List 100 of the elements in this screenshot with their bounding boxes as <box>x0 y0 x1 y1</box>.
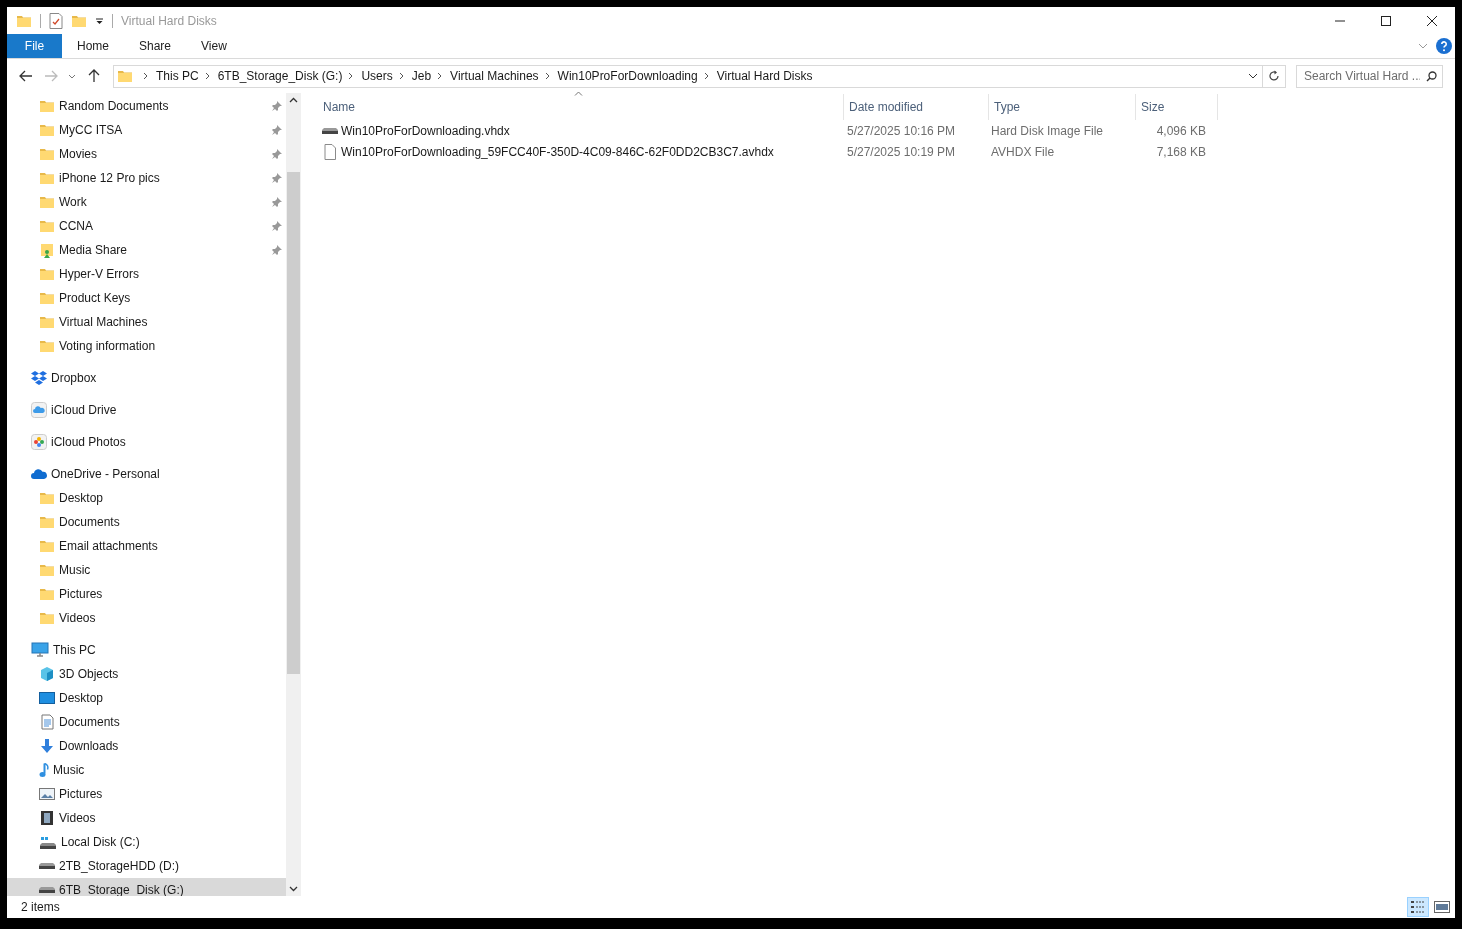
nav-item[interactable]: iCloud Drive <box>7 398 286 422</box>
nav-item[interactable]: Desktop <box>7 686 286 710</box>
folder-icon <box>39 338 55 354</box>
chevron-icon[interactable] <box>398 72 404 80</box>
nav-item[interactable]: Pictures <box>7 782 286 806</box>
breadcrumb[interactable]: This PC <box>156 69 199 83</box>
file-name[interactable]: Win10ProForDownloading.vhdx <box>341 123 510 138</box>
search-field[interactable]: Search Virtual Hard ... <box>1296 64 1443 88</box>
breadcrumb[interactable]: Jeb <box>411 69 432 83</box>
drive-icon <box>39 887 55 893</box>
minimize-icon <box>1335 19 1345 22</box>
shared-folder-icon <box>39 242 55 258</box>
nav-item[interactable]: Videos <box>7 606 286 630</box>
folder-icon <box>39 586 55 602</box>
nav-item[interactable]: Dropbox <box>7 366 286 390</box>
folder-icon <box>39 490 55 506</box>
flower-icon <box>31 434 47 450</box>
nav-item[interactable]: 3D Objects <box>7 662 286 686</box>
file-name[interactable]: Win10ProForDownloading_59FCC40F-350D-4C09-846C-62F0DD2CB3C7.avhdx <box>341 144 774 159</box>
nav-item[interactable]: Music <box>7 758 286 782</box>
folder-icon <box>39 538 55 554</box>
nav-item[interactable]: This PC <box>7 638 286 662</box>
nav-item[interactable]: iCloud Photos <box>7 430 286 454</box>
nav-item[interactable]: Movies <box>7 142 286 166</box>
column-header[interactable]: Date modified <box>844 94 989 120</box>
breadcrumb[interactable]: Users <box>361 69 393 83</box>
folder-icon <box>39 146 55 162</box>
nav-item[interactable]: Hyper-V Errors <box>7 262 286 286</box>
folder-icon <box>39 290 55 306</box>
chevron-icon[interactable] <box>348 72 354 80</box>
chevron-icon[interactable] <box>143 72 148 80</box>
ribbon-tab[interactable]: View <box>186 34 242 58</box>
nav-item[interactable]: Virtual Machines <box>7 310 286 334</box>
nav-item[interactable]: Voting information <box>7 334 286 358</box>
ribbon-tab[interactable]: Share <box>124 34 187 58</box>
breadcrumb[interactable]: Win10ProForDownloading <box>557 69 698 83</box>
monitor-icon <box>31 642 49 658</box>
nav-item[interactable]: Work <box>7 190 286 214</box>
chevron-icon[interactable] <box>204 72 210 80</box>
column-header[interactable]: Size <box>1136 94 1218 120</box>
column-header[interactable]: Name <box>318 94 844 120</box>
nav-item[interactable]: Media Share <box>7 238 286 262</box>
picture-icon <box>39 786 55 802</box>
nav-item[interactable]: 6TB_Storage_Disk (G:) <box>7 878 286 896</box>
drive-icon <box>322 127 338 134</box>
nav-item[interactable]: Documents <box>7 710 286 734</box>
details-view-icon <box>1410 900 1426 914</box>
table-cell-text: AVHDX File <box>990 144 1056 159</box>
nav-item[interactable]: Random Documents <box>7 94 286 118</box>
chevron-icon[interactable] <box>703 72 709 80</box>
drive-icon <box>39 835 57 849</box>
folder-icon <box>39 122 55 138</box>
window-title: Virtual Hard Disks <box>121 13 217 28</box>
folder-icon <box>117 68 133 84</box>
breadcrumb[interactable]: Virtual Hard Disks <box>716 69 813 83</box>
file-icon <box>322 143 338 160</box>
folder-icon <box>39 514 55 530</box>
maximize-icon <box>1381 15 1391 26</box>
nav-item[interactable]: Downloads <box>7 734 286 758</box>
large-icons-view-icon <box>1434 900 1450 914</box>
nav-item[interactable]: Desktop <box>7 486 286 510</box>
film-icon <box>39 810 55 826</box>
nav-item[interactable]: iPhone 12 Pro pics <box>7 166 286 190</box>
drive-icon <box>39 863 55 869</box>
table-cell-text: 4,096 KB <box>1155 123 1207 138</box>
nav-item[interactable]: Videos <box>7 806 286 830</box>
nav-item[interactable]: Product Keys <box>7 286 286 310</box>
cloud-icon <box>31 466 47 482</box>
folder-icon <box>39 314 55 330</box>
search-icon <box>1426 70 1437 82</box>
table-cell-text: Hard Disk Image File <box>990 123 1105 138</box>
nav-item[interactable]: Documents <box>7 510 286 534</box>
document-icon <box>39 714 55 730</box>
folder-icon <box>39 170 55 186</box>
dropdown-icon[interactable] <box>95 16 104 25</box>
folder-icon <box>39 218 55 234</box>
nav-item[interactable]: Local Disk (C:) <box>7 830 286 854</box>
down-arrow-icon <box>39 738 55 754</box>
nav-item[interactable]: MyCC ITSA <box>7 118 286 142</box>
nav-item[interactable]: 2TB_StorageHDD (D:) <box>7 854 286 878</box>
column-header[interactable]: Type <box>989 94 1136 120</box>
breadcrumb[interactable]: 6TB_Storage_Disk (G:) <box>217 69 343 83</box>
nav-item[interactable]: Pictures <box>7 582 286 606</box>
nav-item[interactable]: Email attachments <box>7 534 286 558</box>
properties-icon[interactable] <box>49 12 63 29</box>
folder-icon <box>39 266 55 282</box>
address-bar[interactable]: This PC 6TB_Storage_Disk (G:) Users Jeb Virtual Machines Win10ProForDownloading Virtual Hard Disks <box>113 64 1286 88</box>
nav-item[interactable]: Music <box>7 558 286 582</box>
scrollbar[interactable] <box>286 93 301 896</box>
breadcrumb[interactable]: Virtual Machines <box>450 69 539 83</box>
item-count: 2 items <box>21 900 60 914</box>
nav-item[interactable]: CCNA <box>7 214 286 238</box>
folder-icon <box>39 98 55 114</box>
chevron-icon[interactable] <box>437 72 443 80</box>
nav-item[interactable]: OneDrive - Personal <box>7 462 286 486</box>
details-view-button[interactable] <box>1407 897 1429 917</box>
ribbon-tab[interactable]: File <box>7 34 62 58</box>
folder-icon <box>39 562 55 578</box>
ribbon-tab[interactable]: Home <box>62 34 124 58</box>
chevron-icon[interactable] <box>544 72 550 80</box>
